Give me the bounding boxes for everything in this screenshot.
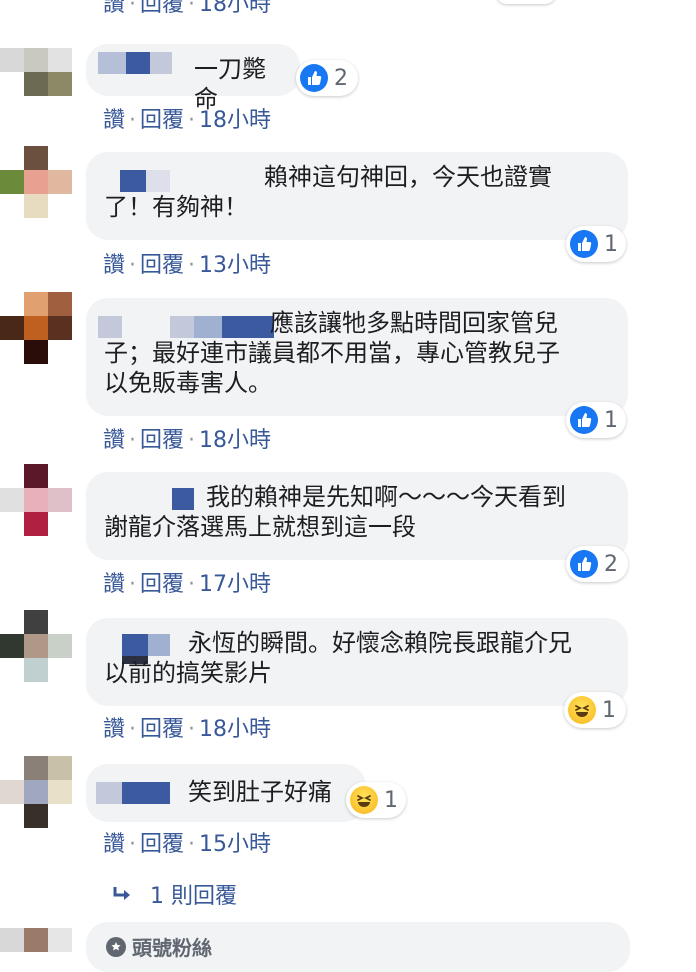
reaction-count[interactable]: 1 — [566, 402, 626, 438]
reaction-pill-partial[interactable] — [496, 0, 556, 4]
timestamp[interactable]: 17小時 — [199, 572, 271, 597]
reaction-count[interactable]: 1 — [564, 692, 626, 728]
comment-text-line: 以免販毒害人。 — [104, 369, 272, 397]
comment-text-line: 永恆的瞬間。好懷念賴院長跟龍介兄 — [188, 629, 572, 657]
reaction-count[interactable]: 1 — [346, 782, 406, 818]
like-link[interactable]: 讚 — [103, 717, 125, 742]
like-link[interactable]: 讚 — [103, 0, 125, 17]
like-link[interactable]: 讚 — [103, 108, 125, 133]
comment-text-line: 我的賴神是先知啊～～～今天看到 — [206, 483, 566, 511]
reply-link[interactable]: 回覆 — [140, 832, 184, 857]
comment-actions-partial: 讚 · 回覆 · 18小時 — [103, 0, 271, 18]
comment-text-line: 應該讓牠多點時間回家管兒 — [270, 309, 558, 337]
like-link[interactable]: 讚 — [103, 832, 125, 857]
reply-link[interactable]: 回覆 — [140, 572, 184, 597]
reply-link[interactable]: 回覆 — [140, 428, 184, 453]
reaction-count-value: 1 — [384, 787, 398, 813]
haha-icon — [568, 696, 596, 724]
comment-text-line: 了！有夠神！ — [104, 193, 248, 221]
reaction-count-value: 1 — [604, 407, 618, 433]
reply-link[interactable]: 回覆 — [140, 253, 184, 278]
like-link[interactable]: 讚 — [103, 253, 125, 278]
comment-text-line: 以前的搞笑影片 — [104, 659, 272, 687]
comment-text-line: 賴神這句神回，今天也證實 — [264, 163, 552, 191]
like-icon — [570, 406, 598, 434]
reply-link[interactable]: 回覆 — [140, 0, 184, 17]
avatar[interactable] — [0, 292, 74, 366]
reaction-count-value: 1 — [602, 697, 616, 723]
comment-actions: 讚 · 回覆 · 18小時 — [103, 717, 272, 742]
comment-bubble: 應該讓牠多點時間回家管兒 子；最好連市議員都不用當，專心管教兒子 以免販毒害人。 — [86, 298, 628, 416]
reaction-count[interactable]: 2 — [296, 60, 358, 96]
reaction-count[interactable]: 2 — [566, 546, 628, 582]
timestamp[interactable]: 13小時 — [199, 253, 271, 278]
reply-link[interactable]: 回覆 — [140, 717, 184, 742]
view-replies-label: 1 則回覆 — [150, 884, 237, 909]
comment-actions: 讚 · 回覆 · 18小時 — [103, 428, 272, 453]
like-link[interactable]: 讚 — [103, 428, 125, 453]
avatar[interactable] — [0, 756, 74, 830]
reaction-count-value: 2 — [604, 551, 618, 577]
timestamp[interactable]: 18小時 — [199, 108, 271, 133]
comment-bubble: 一刀斃命 — [86, 44, 300, 113]
timestamp[interactable]: 18小時 — [199, 0, 271, 17]
avatar[interactable] — [0, 610, 74, 684]
top-fan-label: 頭號粉絲 — [132, 936, 212, 960]
like-link[interactable]: 讚 — [103, 572, 125, 597]
comment-bubble: 笑到肚子好痛 — [86, 764, 366, 822]
like-icon — [570, 550, 598, 578]
reply-arrow-icon — [112, 883, 132, 908]
avatar[interactable] — [0, 928, 74, 961]
reaction-count-value: 1 — [604, 231, 618, 257]
haha-icon — [350, 786, 378, 814]
like-icon — [570, 230, 598, 258]
like-icon — [300, 64, 328, 92]
timestamp[interactable]: 15小時 — [199, 832, 271, 857]
comment-bubble: 我的賴神是先知啊～～～今天看到 謝龍介落選馬上就想到這一段 — [86, 472, 628, 560]
comment-text: 笑到肚子好痛 — [188, 778, 332, 806]
comment-bubble: 賴神這句神回，今天也證實 了！有夠神！ — [86, 152, 628, 240]
timestamp[interactable]: 18小時 — [199, 428, 271, 453]
top-fan-icon — [106, 936, 126, 957]
avatar[interactable] — [0, 146, 74, 220]
reply-link[interactable]: 回覆 — [140, 108, 184, 133]
timestamp[interactable]: 18小時 — [199, 717, 271, 742]
view-replies-link[interactable]: 1 則回覆 — [112, 878, 237, 910]
comment-actions: 讚 · 回覆 · 15小時 — [103, 832, 272, 857]
top-fan-badge[interactable]: 頭號粉絲 — [106, 932, 212, 961]
reaction-count-value: 2 — [334, 65, 348, 91]
comment-actions: 讚 · 回覆 · 18小時 — [103, 108, 272, 133]
comment-text-line: 子；最好連市議員都不用當，專心管教兒子 — [104, 339, 560, 367]
reaction-count[interactable]: 1 — [566, 226, 626, 262]
comment-actions: 讚 · 回覆 · 17小時 — [103, 572, 272, 597]
comment-bubble: 永恆的瞬間。好懷念賴院長跟龍介兄 以前的搞笑影片 — [86, 618, 628, 706]
avatar[interactable] — [0, 40, 74, 114]
avatar[interactable] — [0, 464, 74, 538]
comment-actions: 讚 · 回覆 · 13小時 — [103, 253, 272, 278]
comment-text-line: 謝龍介落選馬上就想到這一段 — [104, 513, 416, 541]
